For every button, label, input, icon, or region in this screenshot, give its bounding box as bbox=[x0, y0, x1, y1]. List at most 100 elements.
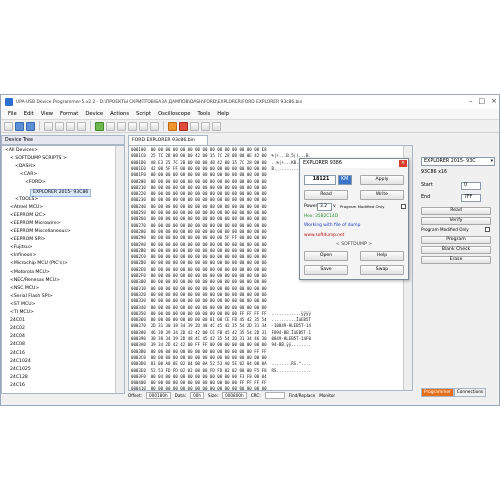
tree-item[interactable]: <EEPROM Microwire> bbox=[10, 221, 61, 227]
hex-row[interactable]: 000240 00 00 00 00 00 00 00 00 00 00 00 … bbox=[131, 204, 267, 210]
script-run-icon[interactable] bbox=[168, 121, 177, 131]
menu-tools[interactable]: Tools bbox=[197, 111, 210, 117]
hex-row[interactable]: 0003C0 00 00 00 00 00 00 00 00 00 00 00 … bbox=[131, 355, 267, 361]
open-button[interactable]: Open bbox=[304, 251, 348, 261]
hex-row[interactable]: 0003E0 52 53 FD FD 02 02 00 00 FD FD 02 … bbox=[131, 368, 311, 374]
start-field[interactable]: 0 bbox=[461, 182, 481, 190]
tab-programmer[interactable]: Programmer bbox=[421, 388, 454, 397]
menu-format[interactable]: Format bbox=[60, 111, 78, 117]
tree-item[interactable]: <DASH> bbox=[15, 164, 36, 170]
tree-item[interactable]: <Motorola MCU> bbox=[10, 270, 50, 276]
tree-item[interactable]: <ST MCU> bbox=[10, 302, 35, 308]
help-icon[interactable] bbox=[212, 121, 221, 131]
program-modified-only-checkbox[interactable] bbox=[485, 227, 490, 232]
close-icon[interactable]: × bbox=[491, 97, 497, 105]
settings-icon[interactable] bbox=[201, 121, 210, 131]
tree-item[interactable]: 24C1025 bbox=[10, 367, 31, 373]
swap-button[interactable]: Swap bbox=[360, 265, 404, 275]
tree-item[interactable]: <Fujitsu> bbox=[10, 245, 33, 251]
hex-row[interactable]: 000220 00 00 00 00 00 00 00 00 00 00 00 … bbox=[131, 191, 267, 197]
hex-row[interactable]: 000210 00 00 00 00 00 00 00 00 00 00 00 … bbox=[131, 185, 267, 191]
hex-row[interactable]: 0001C0 25 7C 2B 00 00 00 42 00 35 7C 28 … bbox=[131, 153, 311, 159]
tree-item[interactable]: <TOOLS> bbox=[15, 197, 38, 203]
find-icon[interactable] bbox=[190, 121, 199, 131]
hex-row[interactable]: 000300 00 00 00 00 00 00 00 00 00 00 00 … bbox=[131, 279, 267, 285]
help-button[interactable]: Help bbox=[360, 251, 404, 261]
save-button[interactable]: Save bbox=[304, 265, 348, 275]
menu-device[interactable]: Device bbox=[85, 111, 103, 117]
save-icon[interactable] bbox=[26, 121, 35, 131]
erase-button[interactable]: Erase bbox=[421, 256, 491, 264]
hex-row[interactable]: 0001E0 42 00 5F FF 00 00 00 00 00 00 00 … bbox=[131, 166, 311, 172]
menu-edit[interactable]: Edit bbox=[24, 111, 34, 117]
dialog-close-icon[interactable]: × bbox=[399, 160, 407, 167]
tree-item[interactable]: <Atmel MCU> bbox=[10, 205, 43, 211]
write-chip-icon[interactable] bbox=[128, 121, 137, 131]
hex-row[interactable]: 000270 00 00 00 00 00 00 00 00 00 00 00 … bbox=[131, 223, 267, 229]
hex-row[interactable]: 0002D0 00 00 00 00 00 00 00 00 00 00 00 … bbox=[131, 260, 267, 266]
dialog-read-button[interactable]: Read bbox=[304, 190, 348, 200]
open-folder-icon[interactable] bbox=[15, 121, 24, 131]
stop-icon[interactable] bbox=[179, 121, 188, 131]
hex-row[interactable]: 000370 2D 31 30 38 34 39 2D 48 4C 45 42 … bbox=[131, 323, 311, 329]
minimize-icon[interactable]: – bbox=[469, 97, 473, 105]
hex-row[interactable]: 0002A0 00 00 00 00 00 00 00 00 00 00 00 … bbox=[131, 242, 267, 248]
blank-check-button[interactable]: Blank Check bbox=[421, 246, 491, 254]
device-select[interactable]: EXPLORER 2015- 93C ▾ bbox=[421, 157, 495, 166]
verify-button[interactable]: Verify bbox=[421, 217, 491, 225]
tree-item[interactable]: <Infineon> bbox=[10, 253, 36, 259]
hex-row[interactable]: 000260 00 00 00 00 00 00 00 00 00 00 00 … bbox=[131, 216, 267, 222]
hex-row[interactable]: 000230 00 00 00 00 00 00 00 00 00 00 00 … bbox=[131, 197, 267, 203]
hex-row[interactable]: 000340 00 00 00 00 00 00 00 00 00 00 00 … bbox=[131, 305, 267, 311]
connect-icon[interactable] bbox=[95, 121, 104, 131]
maximize-icon[interactable]: □ bbox=[479, 97, 486, 105]
read-chip-icon[interactable] bbox=[106, 121, 115, 131]
dialog-program-modified-checkbox[interactable] bbox=[401, 204, 406, 209]
tree-item[interactable]: <Microchip MCU (PIC's)> bbox=[10, 261, 68, 267]
hex-row[interactable]: 000280 00 00 00 00 00 00 00 00 00 00 00 … bbox=[131, 229, 267, 235]
tree-item[interactable]: <EEPROM Miscellaneous> bbox=[10, 229, 71, 235]
copy-icon[interactable] bbox=[55, 121, 64, 131]
hex-row[interactable]: 000290 00 00 00 00 00 00 00 00 00 00 5F … bbox=[131, 235, 267, 241]
hex-row[interactable]: 000390 30 38 34 39 2D 48 4C 45 42 35 54 … bbox=[131, 336, 311, 342]
program-button[interactable]: Program bbox=[421, 236, 491, 244]
menu-oscilloscope[interactable]: Oscilloscope bbox=[158, 111, 190, 117]
hex-row[interactable]: 0001F0 00 00 00 00 00 00 00 00 00 00 00 … bbox=[131, 172, 267, 178]
hex-row[interactable]: 000400 00 00 00 00 00 00 00 00 00 00 00 … bbox=[131, 380, 267, 386]
tree-item[interactable]: 24C01 bbox=[10, 318, 25, 324]
hex-row[interactable]: 0003F0 00 04 00 00 00 00 00 00 00 00 00 … bbox=[131, 374, 267, 380]
hex-row[interactable]: 0003A0 39 34 2D 42 42 00 FF FF 00 00 00 … bbox=[131, 342, 311, 348]
hex-row[interactable]: 0002F0 00 00 00 00 00 00 00 00 00 00 00 … bbox=[131, 273, 267, 279]
tree-item[interactable]: <Serial Flash SPI> bbox=[10, 294, 53, 300]
tree-item[interactable]: 24C128 bbox=[10, 375, 28, 381]
end-field[interactable]: 7FF bbox=[461, 194, 481, 202]
power-select[interactable]: 3.2 bbox=[317, 203, 332, 211]
tree-item[interactable]: <CAR> bbox=[20, 172, 37, 178]
tab-hex-file[interactable]: FORD EXPLORER 93c86.bin bbox=[128, 135, 208, 145]
menu-view[interactable]: View bbox=[41, 111, 53, 117]
hex-row[interactable]: 0002B0 00 00 00 00 00 00 00 00 00 00 00 … bbox=[131, 248, 267, 254]
apply-button[interactable]: Apply bbox=[360, 175, 404, 185]
website-link[interactable]: www.softdump.net bbox=[304, 233, 344, 238]
tree-item[interactable]: <EEPROM I2C> bbox=[10, 213, 46, 219]
tab-connections[interactable]: Connections bbox=[453, 388, 487, 397]
hex-row[interactable]: 000200 00 00 00 00 00 00 00 00 00 00 00 … bbox=[131, 179, 267, 185]
find-replace-tab[interactable]: Find/Replace bbox=[289, 393, 316, 398]
hex-row[interactable]: 0003B0 00 00 00 00 00 00 00 00 00 00 00 … bbox=[131, 349, 267, 355]
tree-item[interactable]: 24C08 bbox=[10, 342, 25, 348]
hex-row[interactable]: 000380 46 38 39 34 2D 42 42 00 CE FB 45 … bbox=[131, 330, 311, 336]
hex-row[interactable]: 000250 00 00 00 00 00 00 00 00 00 00 00 … bbox=[131, 210, 267, 216]
hex-row[interactable]: 0002E0 00 00 00 00 00 00 00 00 00 00 00 … bbox=[131, 267, 267, 273]
hex-row[interactable]: 000350 00 00 00 00 00 00 00 00 00 00 00 … bbox=[131, 311, 311, 317]
tree-item[interactable]: 24C02 bbox=[10, 326, 25, 332]
new-file-icon[interactable] bbox=[4, 121, 13, 131]
hex-row[interactable]: 0001D0 A8 E3 25 7C 2B 00 00 00 4B 42 00 … bbox=[131, 160, 311, 166]
menu-help[interactable]: Help bbox=[217, 111, 229, 117]
code-unit-select[interactable]: KM bbox=[338, 175, 352, 185]
dialog-write-button[interactable]: Write bbox=[360, 190, 404, 200]
tree-item[interactable]: < SOFTDUMP SCRIPTS > bbox=[10, 156, 67, 162]
menu-file[interactable]: File bbox=[8, 111, 17, 117]
device-tree-scrollbar[interactable] bbox=[115, 146, 124, 393]
hex-row[interactable]: 000320 00 00 00 00 00 00 00 00 00 00 00 … bbox=[131, 292, 267, 298]
tree-item[interactable]: <FORD> bbox=[25, 180, 46, 186]
